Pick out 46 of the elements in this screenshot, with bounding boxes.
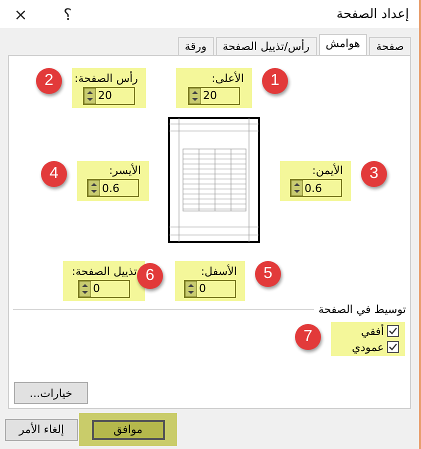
spinner-icon[interactable] bbox=[189, 88, 201, 104]
checkbox-label[interactable]: عمودي bbox=[352, 340, 384, 354]
margin-label: تذييل الصفحة: bbox=[72, 264, 137, 278]
tab[interactable]: هوامش bbox=[318, 34, 368, 55]
step-badge: 5 bbox=[255, 261, 281, 287]
number-field[interactable]: 20 bbox=[188, 86, 240, 104]
step-badge: 7 bbox=[295, 324, 321, 350]
close-button[interactable]: × bbox=[14, 4, 28, 24]
tab[interactable]: صفحة bbox=[369, 37, 411, 55]
number-field[interactable]: 0.6 bbox=[87, 179, 139, 197]
options-button[interactable]: خيارات... bbox=[14, 382, 88, 404]
step-badge: 1 bbox=[262, 68, 288, 94]
field-value: 20 bbox=[97, 89, 112, 102]
step-badge: 3 bbox=[361, 160, 387, 186]
tab[interactable]: رأس/تذييل الصفحة bbox=[216, 37, 317, 55]
checkbox[interactable] bbox=[387, 341, 399, 353]
ok-button[interactable]: موافق bbox=[92, 420, 164, 440]
spinner-icon[interactable] bbox=[79, 280, 91, 296]
step-badge: 4 bbox=[41, 160, 67, 186]
window-title: إعداد الصفحة bbox=[336, 6, 409, 22]
spinner-icon[interactable] bbox=[185, 280, 197, 296]
margin-label: الأيسر: bbox=[109, 164, 141, 177]
checkbox[interactable] bbox=[387, 325, 399, 337]
spinner-icon[interactable] bbox=[88, 180, 100, 196]
spinner-icon[interactable] bbox=[84, 88, 96, 104]
margin-label: الأيمن: bbox=[312, 164, 343, 177]
number-field[interactable]: 0 bbox=[78, 280, 130, 298]
section-title: توسيط في الصفحة bbox=[318, 303, 406, 316]
tab[interactable]: ورقة bbox=[178, 37, 214, 55]
spinner-icon[interactable] bbox=[290, 180, 302, 196]
help-button[interactable]: ؟ bbox=[63, 4, 72, 24]
step-badge: 6 bbox=[137, 263, 163, 289]
margin-label: رأس الصفحة: bbox=[74, 72, 138, 84]
number-field[interactable]: 0.6 bbox=[290, 179, 342, 197]
field-value: 0.6 bbox=[101, 182, 120, 194]
margin-label: الأعلى: bbox=[212, 72, 244, 84]
cancel-button[interactable]: إلغاء الأمر bbox=[5, 418, 78, 440]
step-badge: 2 bbox=[36, 68, 62, 94]
checkbox-label[interactable]: أفقي bbox=[360, 324, 384, 338]
field-value: 0 bbox=[198, 282, 206, 295]
margin-label: الأسفل: bbox=[200, 264, 237, 278]
number-field[interactable]: 20 bbox=[83, 86, 135, 104]
field-value: 20 bbox=[202, 89, 217, 102]
field-value: 0.6 bbox=[304, 182, 322, 194]
number-field[interactable]: 0 bbox=[184, 280, 236, 298]
field-value: 0 bbox=[92, 282, 100, 295]
